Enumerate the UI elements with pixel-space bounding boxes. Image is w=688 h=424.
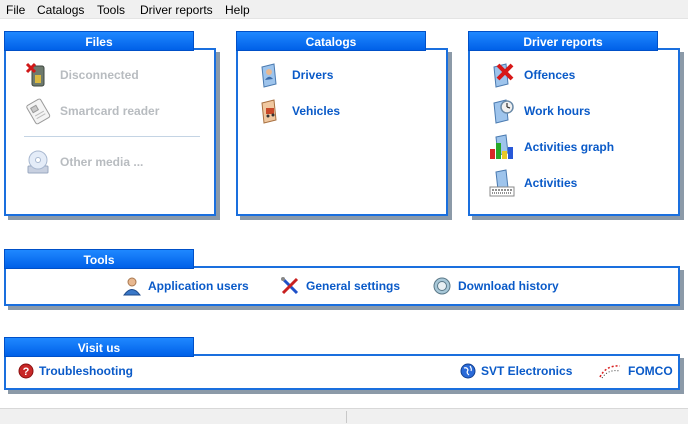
visit-panel-title: Visit us [4,337,194,357]
driver-book-icon [256,61,284,89]
svg-text:?: ? [23,366,30,378]
globe-icon [460,363,476,379]
download-history-label[interactable]: Download history [458,279,559,293]
menu-bar: File Catalogs Tools Driver reports Help [0,0,688,19]
activities-graph-label[interactable]: Activities graph [524,140,614,154]
drivers-item[interactable]: Drivers [256,61,333,89]
download-history-icon [432,276,452,296]
status-bar [0,408,688,424]
fomco-label[interactable]: FOMCO [628,364,673,378]
activities-icon [488,169,516,197]
smartcard-icon [24,97,52,125]
fomco-icon [598,363,622,379]
help-icon: ? [18,363,34,379]
disconnected-item: Disconnected [24,61,139,89]
troubleshooting-label[interactable]: Troubleshooting [39,364,133,378]
smartcard-reader-label: Smartcard reader [60,104,160,118]
catalogs-panel-title: Catalogs [236,31,426,51]
smartcard-reader-item: Smartcard reader [24,97,159,125]
work-hours-icon [488,97,516,125]
download-history-item[interactable]: Download history [432,276,559,296]
menu-catalogs[interactable]: Catalogs [37,3,84,17]
fomco-item[interactable]: FOMCO [598,363,673,379]
vehicle-book-icon [256,97,284,125]
work-hours-label[interactable]: Work hours [524,104,590,118]
activities-item[interactable]: Activities [488,169,577,197]
user-icon [122,276,142,296]
cd-media-icon [24,148,52,176]
activities-graph-icon [488,133,516,161]
driver-reports-panel-title: Driver reports [468,31,658,51]
menu-tools[interactable]: Tools [97,3,125,17]
svt-electronics-label[interactable]: SVT Electronics [481,364,572,378]
general-settings-item[interactable]: General settings [280,276,400,296]
usb-disconnected-icon [24,61,52,89]
activities-graph-item[interactable]: Activities graph [488,133,614,161]
work-hours-item[interactable]: Work hours [488,97,590,125]
troubleshooting-item[interactable]: ? Troubleshooting [18,363,133,379]
offences-item[interactable]: Offences [488,61,575,89]
general-settings-label[interactable]: General settings [306,279,400,293]
svt-electronics-item[interactable]: SVT Electronics [460,363,572,379]
files-panel-title: Files [4,31,194,51]
vehicles-label[interactable]: Vehicles [292,104,340,118]
other-media-label: Other media ... [60,155,144,169]
activities-label[interactable]: Activities [524,176,577,190]
offence-icon [488,61,516,89]
disconnected-label: Disconnected [60,68,139,82]
drivers-label[interactable]: Drivers [292,68,333,82]
application-users-label[interactable]: Application users [148,279,249,293]
menu-help[interactable]: Help [225,3,250,17]
menu-driver-reports[interactable]: Driver reports [140,3,213,17]
files-divider [24,136,200,137]
application-users-item[interactable]: Application users [122,276,249,296]
menu-file[interactable]: File [6,3,25,17]
tools-icon [280,276,300,296]
vehicles-item[interactable]: Vehicles [256,97,340,125]
tools-panel-title: Tools [4,249,194,269]
other-media-item: Other media ... [24,148,143,176]
offences-label[interactable]: Offences [524,68,575,82]
status-separator [346,411,347,423]
